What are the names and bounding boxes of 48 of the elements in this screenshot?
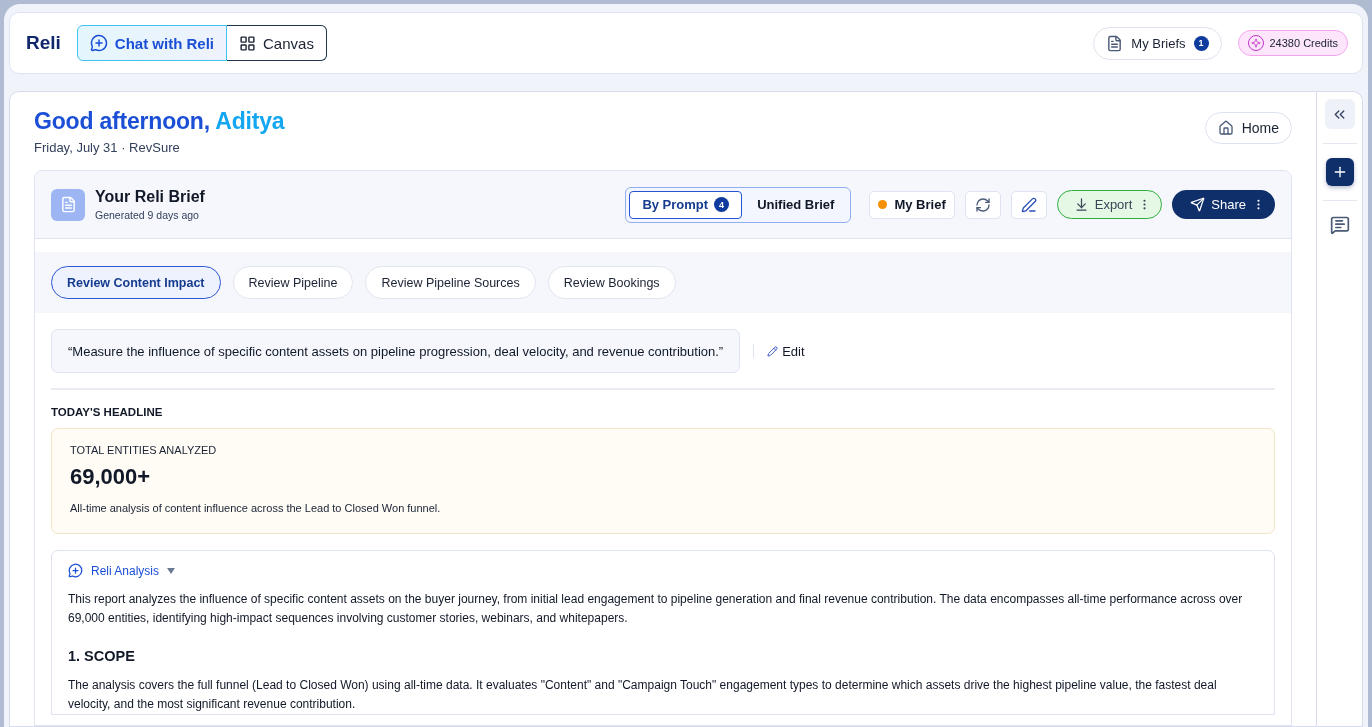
section-label: TODAY'S HEADLINE xyxy=(51,406,164,418)
document-icon xyxy=(51,188,85,221)
prompt-tab[interactable]: Review Bookings xyxy=(547,266,676,299)
analysis-toggle[interactable]: Reli Analysis xyxy=(68,563,176,578)
chat-bubble-icon xyxy=(89,34,108,52)
document-icon xyxy=(1106,34,1124,52)
date-subtitle: Friday, July 31 · RevSure xyxy=(34,140,181,155)
pencil-icon xyxy=(767,345,779,357)
chat-bubble-icon xyxy=(68,563,83,578)
count-badge: 1 xyxy=(1193,35,1209,51)
collapse-button[interactable] xyxy=(1324,99,1355,129)
generated-time: Generated 9 days ago xyxy=(95,209,200,221)
pen-icon xyxy=(1020,196,1037,213)
status-dot xyxy=(878,200,888,209)
analysis-paragraph: This report analyzes the influence of specific content assets on the buyer journey, from initial lead engagement to pipeline generation and final revenue contribution. The data encompasses all-time performance across over 69,000 entities, identifying high-impact sequences involving customer stories, webinars, and whitepapers. xyxy=(68,591,1244,627)
home-icon xyxy=(1217,120,1234,136)
greeting: Good afternoon, Aditya xyxy=(34,108,285,135)
my-brief-button[interactable]: My Brief xyxy=(869,190,955,219)
edit-link[interactable]: Edit xyxy=(767,343,805,359)
prompt-tab[interactable]: Review Pipeline Sources xyxy=(365,266,536,299)
prompt-tab[interactable]: Review Content Impact xyxy=(51,266,221,299)
share-button[interactable]: Share xyxy=(1172,190,1275,219)
section-heading: 1. SCOPE xyxy=(68,648,136,664)
export-button[interactable]: Export xyxy=(1056,190,1163,219)
prompt-text: “Measure the influence of specific content assets on pipeline progression, deal velocity, and revenue contribution.” xyxy=(51,329,741,373)
message-icon xyxy=(1329,215,1350,235)
metric-value: 69,000+ xyxy=(70,464,152,490)
mode-tab[interactable]: Canvas xyxy=(227,25,327,61)
count-badge: 4 xyxy=(714,197,730,212)
metric-label: TOTAL ENTITIES ANALYZED xyxy=(70,444,218,456)
brief-title: Your Reli Brief xyxy=(95,188,205,206)
metric-caption: All-time analysis of content influence across the Lead to Closed Won funnel. xyxy=(70,502,442,514)
add-button[interactable] xyxy=(1325,158,1354,186)
refresh-icon xyxy=(974,196,991,213)
mode-tab[interactable]: Chat with Reli xyxy=(76,25,228,61)
send-icon xyxy=(1190,197,1206,212)
grid-icon xyxy=(239,34,257,52)
prompt-tab[interactable]: Review Pipeline xyxy=(232,266,354,299)
view-tab[interactable]: Unified Brief xyxy=(744,190,848,219)
analysis-paragraph: The analysis covers the full funnel (Lead to Closed Won) using all-time data. It evaluates "Content" and "Campaign Touch" engagement types to determine which assets drive the highest pipeline value, the fastest deal velocity, and the most significant revenue contribution. xyxy=(68,677,1218,713)
comments-button[interactable] xyxy=(1329,215,1350,235)
view-tab[interactable]: By Prompt 4 xyxy=(629,190,743,219)
refresh-button[interactable] xyxy=(964,190,1001,219)
my-briefs-button[interactable]: My Briefs 1 xyxy=(1093,26,1222,60)
home-button[interactable]: Home xyxy=(1204,112,1292,144)
credits-badge: 24380 Credits xyxy=(1237,30,1348,56)
logo: Reli xyxy=(26,32,61,54)
edit-button[interactable] xyxy=(1010,190,1047,219)
